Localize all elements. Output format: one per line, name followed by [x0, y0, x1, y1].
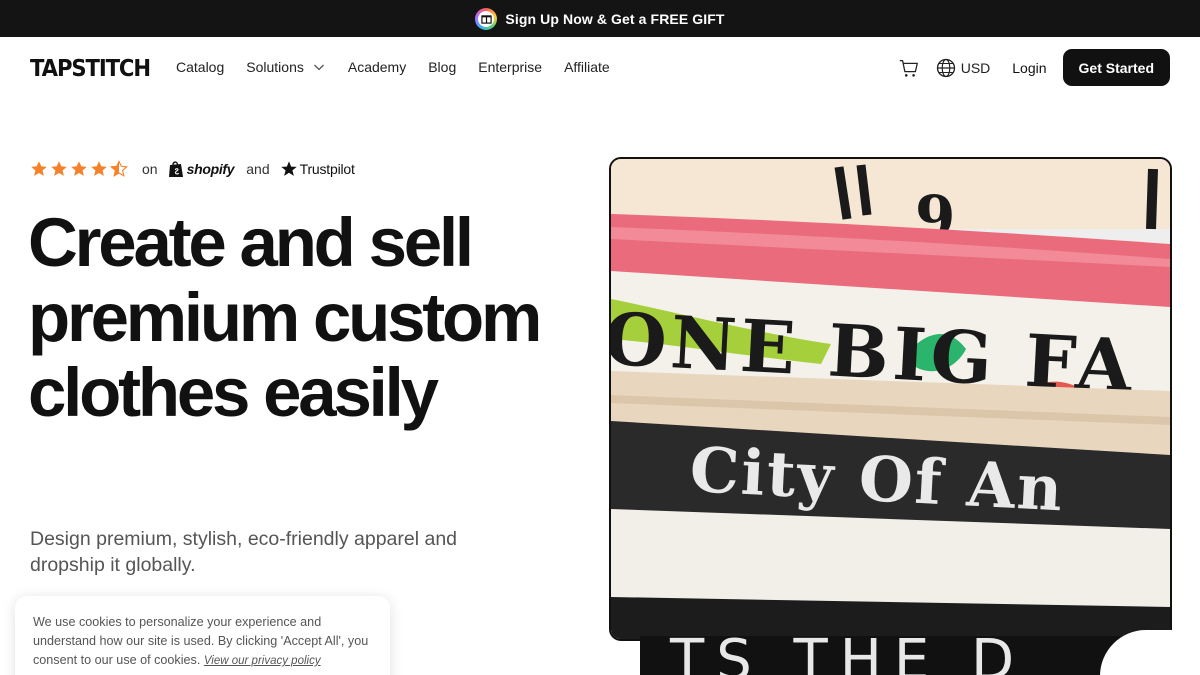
shopify-bag-icon — [168, 161, 183, 177]
cart-icon[interactable] — [898, 57, 920, 79]
hero-image: 9 ONE BIG FA City Of An — [609, 157, 1172, 641]
cookie-banner: We use cookies to personalize your exper… — [15, 596, 390, 675]
trustpilot-wordmark: Trustpilot — [299, 161, 355, 177]
promo-bar[interactable]: Sign Up Now & Get a FREE GIFT — [0, 0, 1200, 37]
currency-selector[interactable]: USD — [936, 58, 991, 78]
gift-icon — [475, 7, 498, 30]
globe-icon — [936, 58, 955, 77]
site-header: TAPSTITCH Catalog Solutions Academy Blog… — [0, 37, 1200, 97]
shirt-text-bottom: TS THE D — [670, 628, 1027, 675]
rating-on-text: on — [142, 161, 158, 177]
privacy-policy-link[interactable]: View our privacy policy — [204, 655, 321, 667]
promo-text: Sign Up Now & Get a FREE GIFT — [505, 10, 725, 27]
nav-label: Enterprise — [478, 59, 543, 75]
star-rating — [30, 160, 128, 178]
chevron-down-icon — [313, 64, 324, 71]
nav-label: Academy — [347, 59, 407, 75]
get-started-button[interactable]: Get Started — [1062, 49, 1170, 86]
nav-item-affiliate[interactable]: Affiliate — [564, 59, 610, 75]
login-link[interactable]: Login — [1012, 60, 1046, 76]
trustpilot-star-icon — [280, 161, 297, 176]
rating-row: on shopify and Trustpilot — [30, 158, 355, 180]
main-nav: Catalog Solutions Academy Blog Enterpris… — [176, 59, 632, 75]
nav-item-enterprise[interactable]: Enterprise — [478, 59, 542, 75]
nav-item-solutions[interactable]: Solutions — [246, 59, 326, 75]
nav-item-academy[interactable]: Academy — [348, 59, 406, 75]
hero-headline: Create and sell premium custom clothes e… — [28, 204, 542, 431]
brand-logo[interactable]: TAPSTITCH — [30, 56, 151, 82]
currency-label: USD — [960, 59, 991, 76]
header-actions: USD Login Get Started — [898, 49, 1170, 86]
star-icon — [51, 161, 67, 176]
shopify-logo: shopify — [168, 160, 235, 178]
nav-label: Blog — [428, 59, 457, 75]
rating-and-text: and — [246, 161, 270, 177]
star-icon — [31, 161, 47, 176]
nav-item-catalog[interactable]: Catalog — [176, 59, 224, 75]
shopify-wordmark: shopify — [186, 161, 235, 177]
nav-label: Catalog — [176, 59, 225, 75]
nav-item-blog[interactable]: Blog — [428, 59, 456, 75]
cookie-text: We use cookies to personalize your exper… — [33, 613, 372, 671]
nav-label: Solutions — [246, 59, 304, 75]
star-icon — [91, 161, 107, 176]
star-icon — [71, 161, 87, 176]
folded-shirts-illustration: 9 ONE BIG FA City Of An — [611, 159, 1170, 639]
hero-subtext: Design premium, stylish, eco-friendly ap… — [30, 528, 458, 576]
trustpilot-logo: Trustpilot — [280, 160, 355, 178]
half-star-icon — [110, 160, 128, 177]
nav-label: Affiliate — [564, 59, 610, 75]
